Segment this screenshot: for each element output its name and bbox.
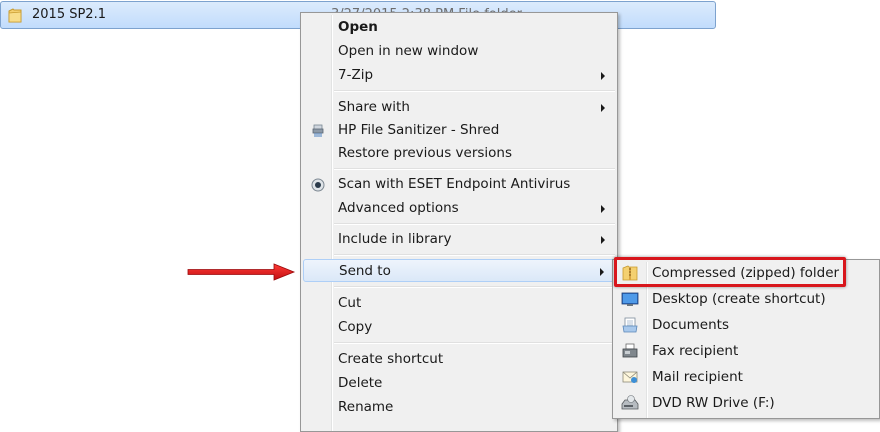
submenu-arrow-icon [601,72,605,80]
menu-item-eset-scan[interactable]: Scan with ESET Endpoint Antivirus [303,173,615,196]
send-to-label: Documents [652,317,729,333]
mail-icon [622,371,638,383]
menu-item-label: Send to [339,263,391,279]
send-to-label: DVD RW Drive (F:) [652,395,775,411]
submenu-arrow-icon [601,205,605,213]
menu-item-label: Open [338,19,378,35]
send-to-label: Fax recipient [652,343,739,359]
menu-item-label: Include in library [338,231,452,247]
menu-separator [334,254,615,256]
menu-item-share-with[interactable]: Share with [303,96,615,119]
menu-item-advanced-options[interactable]: Advanced options [303,197,615,220]
menu-item-open[interactable]: Open [303,16,615,39]
menu-item-label: Open in new window [338,43,479,59]
menu-item-send-to[interactable]: Send to [303,259,615,282]
menu-separator [334,90,615,92]
send-to-label: Mail recipient [652,369,743,385]
send-to-mail-recipient[interactable]: Mail recipient [615,365,877,389]
menu-item-label: Restore previous versions [338,145,513,161]
menu-item-delete[interactable]: Delete [303,372,615,395]
documents-icon [622,317,638,333]
menu-item-hp-file-sanitizer[interactable]: HP File Sanitizer - Shred [303,119,615,142]
menu-item-cut[interactable]: Cut [303,292,615,315]
menu-separator [334,223,615,225]
eset-icon [311,178,325,192]
menu-item-label: Delete [338,375,383,391]
menu-item-open-new-window[interactable]: Open in new window [303,40,615,63]
menu-separator [334,342,615,344]
desktop-icon [621,292,639,306]
menu-item-label: Share with [338,99,410,115]
menu-item-label: Cut [338,295,362,311]
menu-item-label: Create shortcut [338,351,444,367]
menu-item-label: Copy [338,319,373,335]
menu-item-include-in-library[interactable]: Include in library [303,228,615,251]
annotation-highlight-box [614,257,846,287]
menu-separator [334,286,615,288]
menu-item-create-shortcut[interactable]: Create shortcut [303,348,615,371]
submenu-arrow-icon [601,236,605,244]
shredder-icon [312,124,324,137]
menu-item-label: 7-Zip [338,67,374,83]
dvd-drive-icon [621,395,639,410]
annotation-arrow-icon [187,263,296,281]
submenu-arrow-icon [600,268,604,276]
menu-item-restore-previous-versions[interactable]: Restore previous versions [303,142,615,165]
fax-icon [622,343,638,358]
send-to-desktop[interactable]: Desktop (create shortcut) [615,287,877,311]
menu-separator [334,168,615,170]
menu-item-copy[interactable]: Copy [303,316,615,339]
menu-item-label: Scan with ESET Endpoint Antivirus [338,176,571,192]
menu-item-label: Rename [338,399,394,415]
send-to-label: Desktop (create shortcut) [652,291,826,307]
menu-item-rename[interactable]: Rename [303,396,615,419]
menu-item-label: HP File Sanitizer - Shred [338,122,500,138]
submenu-arrow-icon [601,104,605,112]
menu-item-label: Advanced options [338,200,459,216]
send-to-documents[interactable]: Documents [615,313,877,337]
folder-icon [8,8,22,23]
context-menu: Open Open in new window 7-Zip Share with… [300,12,618,432]
file-name: 2015 SP2.1 [32,7,106,22]
send-to-fax-recipient[interactable]: Fax recipient [615,339,877,363]
send-to-dvd-rw-drive[interactable]: DVD RW Drive (F:) [615,391,877,415]
menu-item-7zip[interactable]: 7-Zip [303,64,615,87]
